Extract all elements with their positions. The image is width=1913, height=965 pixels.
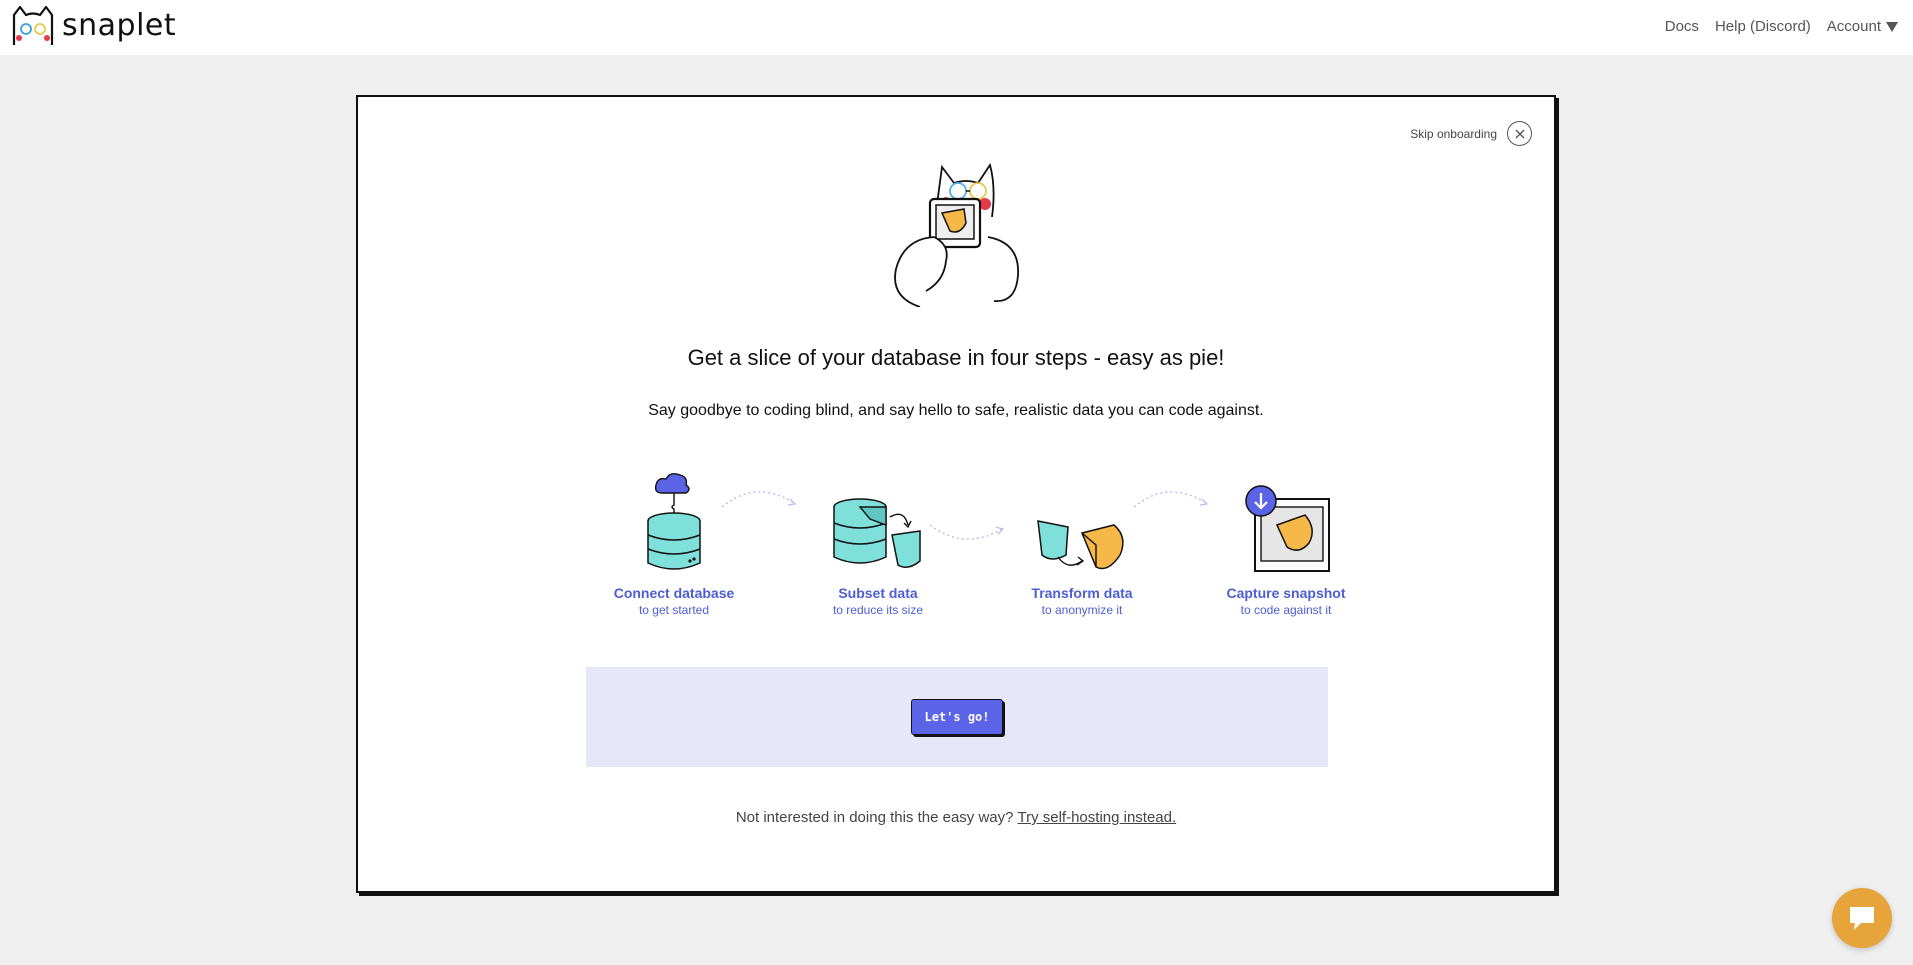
- step-description: to reduce its size: [832, 603, 924, 617]
- self-hosting-link[interactable]: Try self-hosting instead.: [1017, 809, 1176, 826]
- database-cloud-icon: [647, 472, 701, 570]
- step-title: Capture snapshot: [1226, 585, 1346, 601]
- onboarding-subline: Say goodbye to coding blind, and say hel…: [648, 402, 1264, 419]
- account-label: Account: [1826, 18, 1881, 35]
- top-nav-links: Docs Help (Discord) Account: [1665, 18, 1899, 35]
- snaplet-cat-logo-icon: [12, 5, 54, 45]
- brand-logo[interactable]: snaplet: [10, 5, 176, 47]
- onboarding-steps: Connect database to get started Subset d…: [584, 465, 1384, 625]
- step-capture-snapshot: Capture snapshot to code against it: [1196, 465, 1376, 617]
- nav-docs-link[interactable]: Docs: [1665, 18, 1699, 35]
- footnote-text: Not interested in doing this the easy wa…: [735, 809, 1014, 826]
- step-title: Subset data: [838, 585, 918, 601]
- cta-panel: Let's go!: [586, 667, 1328, 767]
- chat-launcher-button[interactable]: [1832, 888, 1892, 948]
- skip-onboarding-label: Skip onboarding: [1410, 126, 1497, 141]
- transform-data-icon: [1037, 520, 1124, 570]
- skip-onboarding-button[interactable]: Skip onboarding: [1410, 121, 1532, 146]
- step-title: Transform data: [1031, 585, 1133, 601]
- caret-down-icon: [1886, 21, 1898, 32]
- chat-bubble-icon: [1850, 907, 1874, 930]
- account-menu[interactable]: Account: [1827, 18, 1899, 35]
- capture-snapshot-icon: [1245, 485, 1330, 572]
- self-hosting-footnote: Not interested in doing this the easy wa…: [358, 809, 1554, 826]
- onboarding-headline: Get a slice of your database in four ste…: [687, 345, 1225, 370]
- close-icon[interactable]: [1507, 121, 1532, 146]
- top-nav-bar: snaplet Docs Help (Discord) Account: [0, 0, 1913, 55]
- lets-go-button[interactable]: Let's go!: [911, 699, 1003, 735]
- cat-camera-illustration: [894, 162, 1019, 307]
- brand-name: snaplet: [62, 8, 177, 43]
- nav-help-link[interactable]: Help (Discord): [1715, 18, 1811, 35]
- step-title: Connect database: [613, 585, 735, 601]
- step-description: to code against it: [1240, 603, 1332, 617]
- step-description: to anonymize it: [1041, 603, 1123, 617]
- step-description: to get started: [638, 603, 710, 617]
- onboarding-card: Skip onboarding Get a slice of your data…: [356, 95, 1556, 893]
- subset-data-icon: [833, 498, 921, 568]
